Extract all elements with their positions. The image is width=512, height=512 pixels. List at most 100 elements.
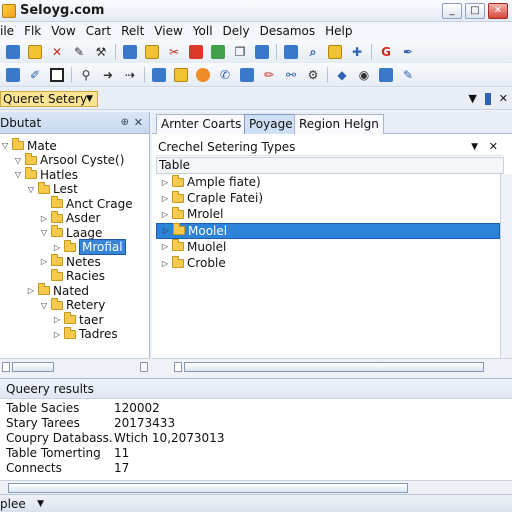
- clipboard-icon[interactable]: [174, 67, 188, 82]
- menu-dely[interactable]: Dely: [218, 24, 255, 38]
- tree-item[interactable]: ▷ Nated: [26, 283, 89, 298]
- delete-icon[interactable]: ✕: [50, 45, 64, 59]
- scroll-right-button[interactable]: [140, 362, 148, 372]
- pencil-icon[interactable]: ✎: [401, 68, 415, 82]
- close-icon[interactable]: ✕: [499, 92, 508, 105]
- tree-item[interactable]: ▽ Laage: [39, 225, 102, 240]
- tab-arnter-coarts[interactable]: Arnter Coarts: [156, 114, 247, 134]
- collapse-arrow-icon[interactable]: ▷: [160, 259, 170, 268]
- tab-poyage[interactable]: Poyage: [244, 114, 298, 134]
- expand-arrow-icon[interactable]: ▽: [13, 156, 23, 165]
- collapse-arrow-icon[interactable]: ▷: [39, 214, 49, 223]
- collapse-arrow-icon[interactable]: ▷: [160, 210, 170, 219]
- list-item[interactable]: ▷ Muolel: [156, 239, 500, 255]
- collapse-arrow-icon[interactable]: ▷: [160, 178, 170, 187]
- tree-item[interactable]: Anct Crage: [39, 196, 133, 211]
- scroll-thumb[interactable]: [184, 362, 484, 372]
- tree-horizontal-scrollbar[interactable]: [0, 358, 150, 374]
- collapse-arrow-icon[interactable]: ▷: [161, 226, 171, 235]
- collapse-arrow-icon[interactable]: ▷: [52, 243, 62, 252]
- menu-desamos[interactable]: Desamos: [255, 24, 321, 38]
- scroll-left-button[interactable]: [2, 362, 10, 372]
- frame-icon[interactable]: [50, 67, 64, 82]
- expand-arrow-icon[interactable]: ▽: [39, 228, 49, 237]
- note-icon[interactable]: [145, 44, 159, 59]
- table-column-header[interactable]: Table: [156, 157, 504, 174]
- grid-icon[interactable]: [284, 44, 298, 59]
- results-horizontal-scrollbar[interactable]: [0, 480, 512, 494]
- folder-icon[interactable]: [328, 44, 342, 59]
- stop-icon[interactable]: [189, 44, 203, 59]
- menu-cart[interactable]: Cart: [81, 24, 116, 38]
- run-icon[interactable]: [211, 44, 225, 59]
- list-item[interactable]: ▷ Ample fiate): [156, 174, 500, 190]
- menu-yoll[interactable]: Yoll: [188, 24, 218, 38]
- maximize-button[interactable]: □: [465, 3, 485, 19]
- menu-view[interactable]: View: [149, 24, 187, 38]
- minimize-button[interactable]: _: [442, 3, 462, 19]
- chevron-down-icon[interactable]: ▼: [468, 92, 476, 105]
- close-icon[interactable]: ✕: [134, 112, 143, 134]
- close-button[interactable]: ✕: [488, 3, 508, 19]
- close-icon[interactable]: ✕: [489, 138, 498, 156]
- wrench-icon[interactable]: ⚒: [94, 45, 108, 59]
- tree-item[interactable]: ▽ Lest: [26, 181, 78, 197]
- tree-item[interactable]: ▽ Arsool Cyste(): [13, 152, 124, 168]
- pen-icon[interactable]: ✒: [401, 45, 415, 59]
- open-folder-icon[interactable]: [28, 44, 42, 59]
- copy-icon[interactable]: ❐: [233, 45, 247, 59]
- object-list-vertical-scrollbar[interactable]: [500, 174, 512, 374]
- save-icon[interactable]: [123, 44, 137, 59]
- expand-arrow-icon[interactable]: ▽: [39, 301, 49, 310]
- tree-item[interactable]: ▷ Mrofial: [52, 239, 126, 255]
- google-icon[interactable]: G: [379, 45, 393, 59]
- list-item[interactable]: ▷ Croble: [156, 255, 500, 271]
- chevron-down-icon[interactable]: ▼: [471, 138, 478, 156]
- tree-item[interactable]: ▽ Hatles: [13, 167, 78, 182]
- grid-view-icon[interactable]: [6, 67, 20, 82]
- collapse-arrow-icon[interactable]: ▷: [39, 257, 49, 266]
- collapse-arrow-icon[interactable]: ▷: [52, 330, 62, 339]
- scroll-thumb[interactable]: [8, 483, 408, 493]
- marker-icon[interactable]: ✏: [262, 68, 276, 82]
- wand-icon[interactable]: ⚯: [284, 68, 298, 82]
- tree-item[interactable]: ▷ Asder: [39, 210, 100, 226]
- document-icon[interactable]: [152, 67, 166, 82]
- expand-arrow-icon[interactable]: ▽: [13, 170, 23, 179]
- record-icon[interactable]: [196, 67, 210, 82]
- status-selector[interactable]: plee ▼: [0, 496, 48, 512]
- list-item[interactable]: ▷ Moolel: [156, 222, 500, 239]
- list-item[interactable]: ▷ Craple Fatei): [156, 190, 500, 206]
- collapse-arrow-icon[interactable]: ▷: [26, 286, 36, 295]
- tree-item[interactable]: ▽ Mate: [0, 138, 57, 153]
- tree-item[interactable]: ▷ taer: [52, 312, 103, 327]
- lookup-icon[interactable]: ⌕: [306, 45, 320, 59]
- cut-icon[interactable]: ✂: [167, 45, 181, 59]
- menu-vow[interactable]: Vow: [46, 24, 80, 38]
- tool-icon[interactable]: ⚙: [306, 68, 320, 82]
- menu-file[interactable]: ile: [0, 24, 19, 38]
- collapse-arrow-icon[interactable]: ▷: [52, 315, 62, 324]
- tree-item[interactable]: ▷ Netes: [39, 254, 101, 269]
- edit-pencil-icon[interactable]: ✎: [72, 45, 86, 59]
- tree-item[interactable]: ▷ Tadres: [52, 326, 118, 342]
- menu-help[interactable]: Help: [320, 24, 357, 38]
- pin-icon[interactable]: ⊕: [121, 112, 129, 134]
- scroll-left-button[interactable]: [174, 362, 182, 372]
- object-list-horizontal-scrollbar[interactable]: [152, 358, 512, 374]
- list-item[interactable]: ▷ Mrolel: [156, 206, 500, 222]
- calendar-icon[interactable]: [379, 67, 393, 82]
- expand-arrow-icon[interactable]: ▽: [0, 141, 10, 150]
- table-icon[interactable]: [255, 44, 269, 59]
- tab-region-helgn[interactable]: Region Helgn: [294, 114, 384, 134]
- signal-icon[interactable]: ◉: [357, 68, 371, 82]
- arrow-right-icon[interactable]: ➜: [101, 68, 115, 82]
- menu-flk[interactable]: Flk: [19, 24, 46, 38]
- collapse-arrow-icon[interactable]: ▷: [160, 242, 170, 251]
- arrow-dropdown-icon[interactable]: ⇢: [123, 68, 137, 82]
- brush-icon[interactable]: ✐: [28, 68, 42, 82]
- phone-icon[interactable]: ✆: [218, 68, 232, 82]
- expand-arrow-icon[interactable]: ▽: [26, 185, 36, 194]
- collapse-arrow-icon[interactable]: ▷: [160, 194, 170, 203]
- tree-item[interactable]: Racies: [39, 268, 105, 284]
